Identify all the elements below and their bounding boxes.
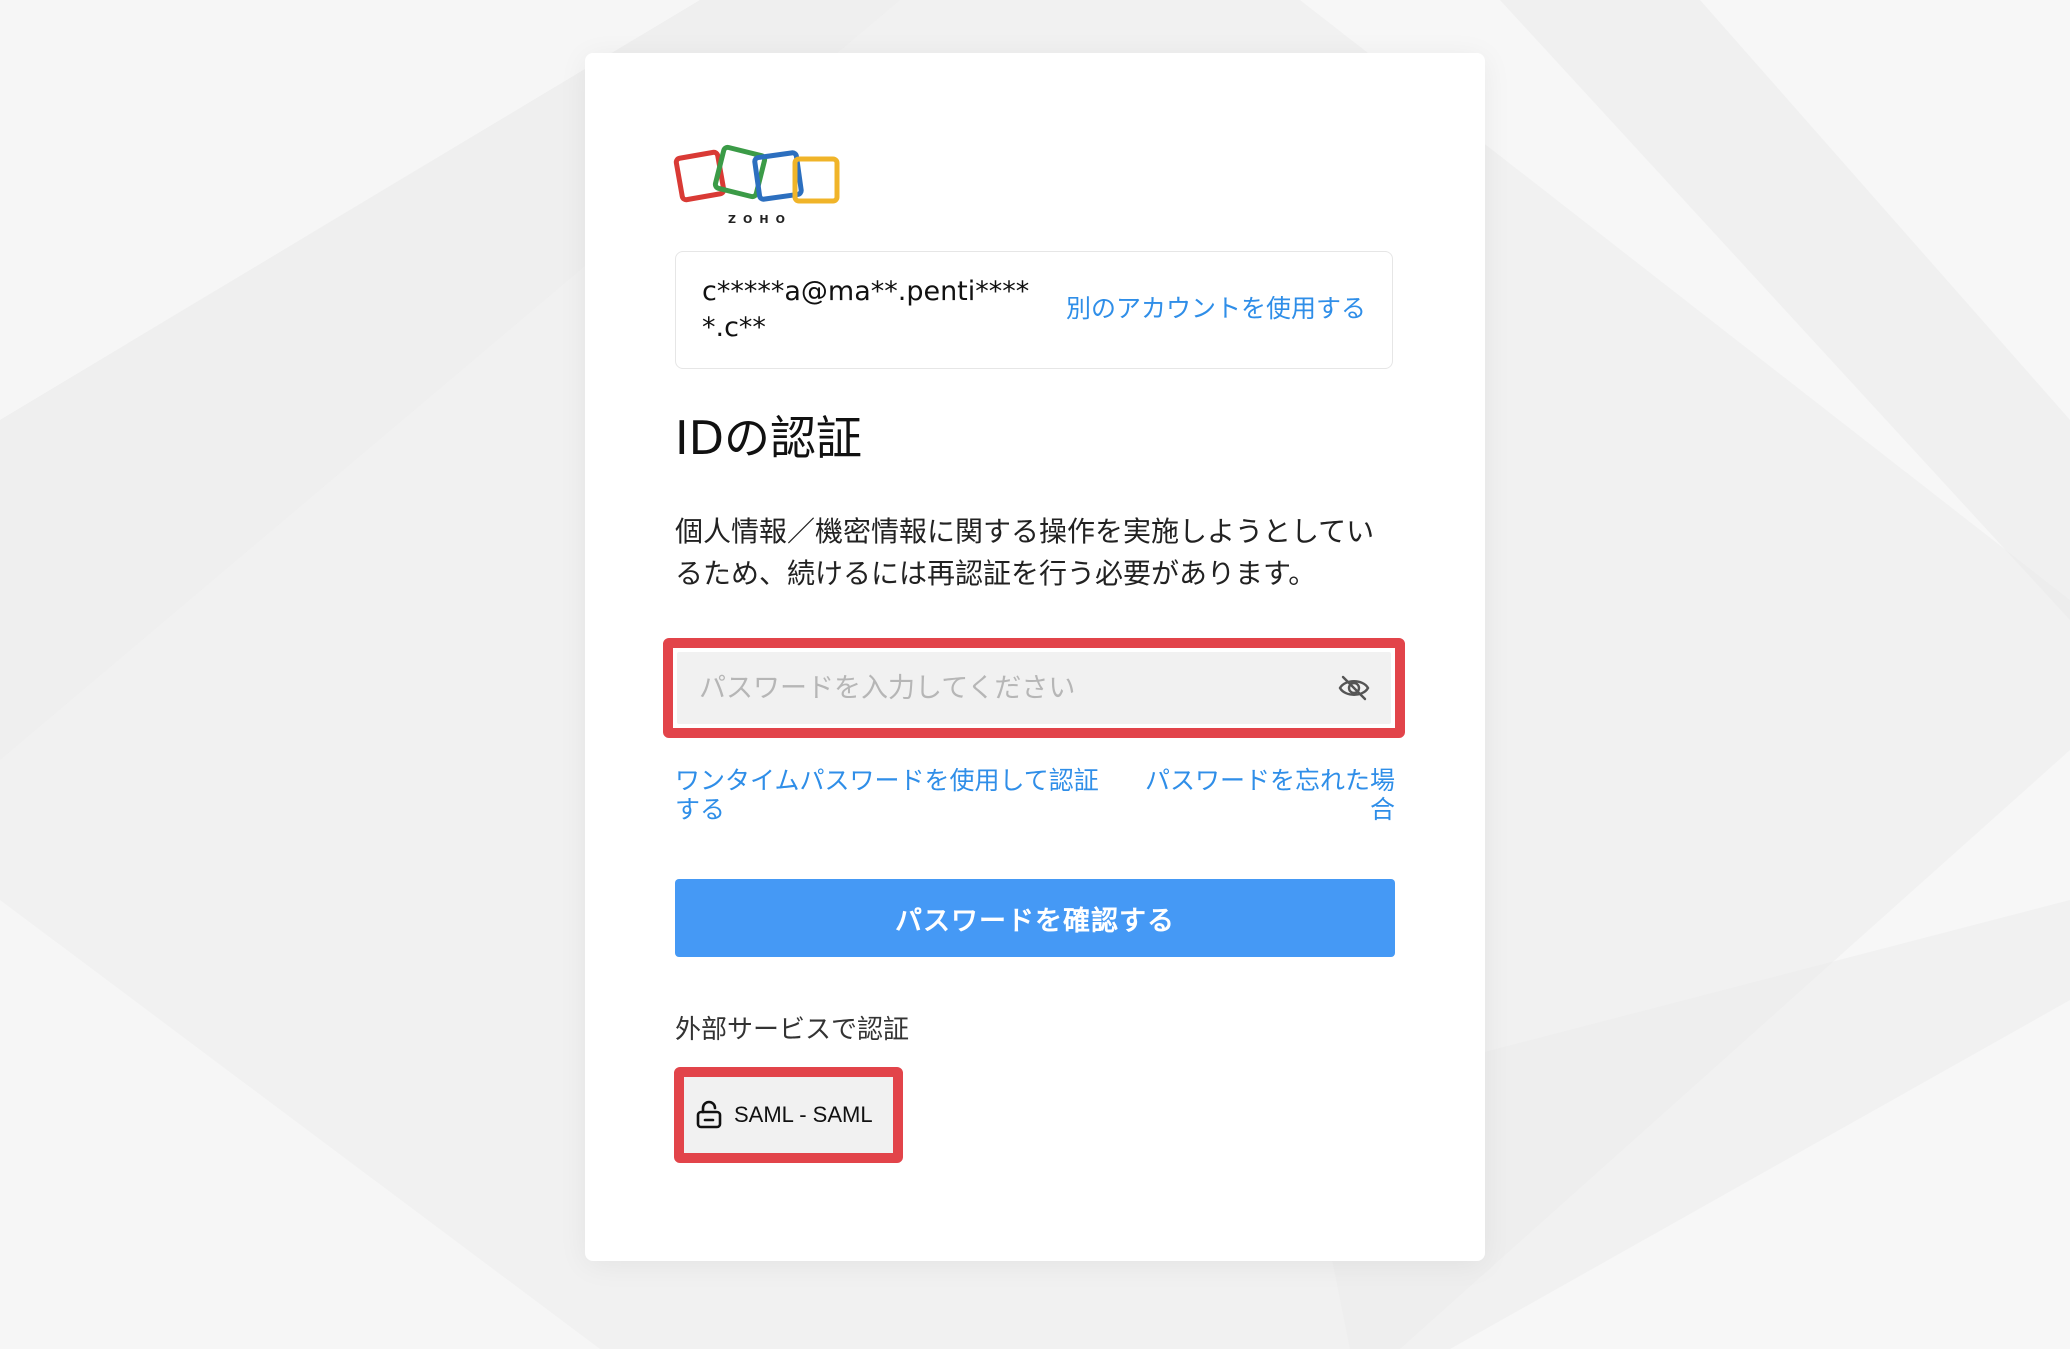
confirm-password-button[interactable]: パスワードを確認する xyxy=(675,879,1395,957)
eye-slash-icon[interactable] xyxy=(1337,673,1371,703)
account-box: c*****a@ma**.penti*****.c** 別のアカウントを使用する xyxy=(675,251,1393,369)
saml-button-label: SAML - SAML xyxy=(734,1102,873,1127)
page-title: IDの認証 xyxy=(675,411,862,465)
use-another-account-link[interactable]: 別のアカウントを使用する xyxy=(1066,292,1366,326)
auth-card: ZOHO c*****a@ma**.penti*****.c** 別のアカウント… xyxy=(585,53,1485,1261)
account-email: c*****a@ma**.penti*****.c** xyxy=(702,276,1030,343)
logo-wordmark: ZOHO xyxy=(728,213,792,226)
use-otp-link[interactable]: ワンタイムパスワードを使用して認証する xyxy=(675,766,1105,824)
zoho-logo: ZOHO xyxy=(673,144,840,226)
saml-button[interactable]: SAML - SAML xyxy=(684,1077,893,1153)
description-text: 個人情報／機密情報に関する操作を実施しようとしているため、続けるには再認証を行う… xyxy=(675,515,1375,590)
forgot-password-link[interactable]: パスワードを忘れた場合 xyxy=(1140,766,1395,824)
external-auth-label: 外部サービスで認証 xyxy=(675,1015,910,1045)
password-input[interactable] xyxy=(677,652,1391,724)
unlock-icon xyxy=(696,1100,722,1129)
